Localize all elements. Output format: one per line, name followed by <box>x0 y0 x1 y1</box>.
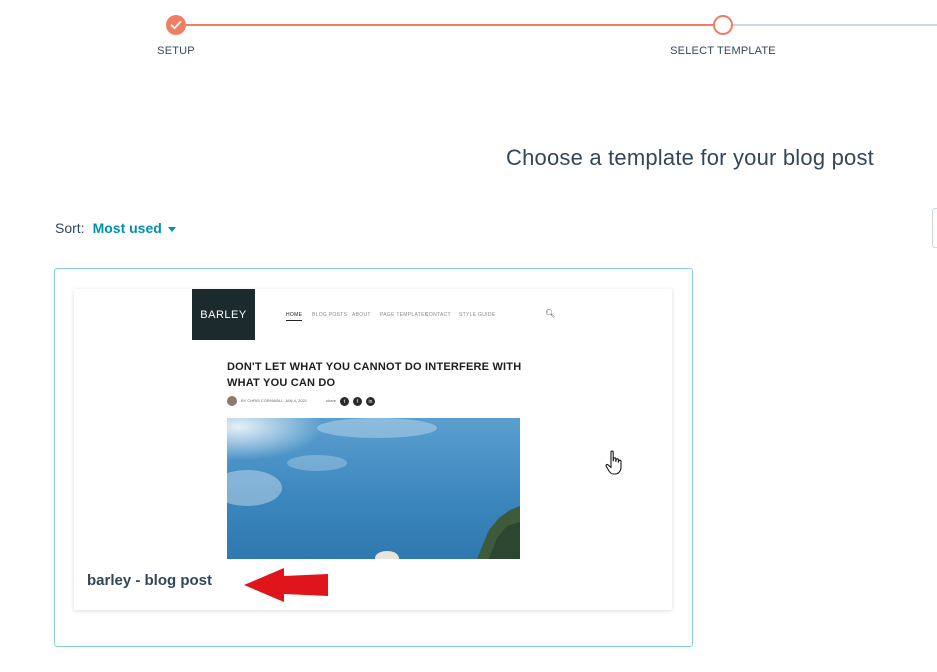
preview-search-icon: 🔍︎ <box>545 309 556 318</box>
preview-nav-item: STYLE GUIDE <box>459 312 496 318</box>
sort-dropdown-value: Most used <box>92 220 162 236</box>
sort-dropdown[interactable]: Most used <box>93 220 176 236</box>
preview-date: JAN 4, 2021 <box>285 398 308 403</box>
preview-nav-item: HOME <box>286 312 303 321</box>
preview-post-title: DON'T LET WHAT YOU CANNOT DO INTERFERE W… <box>227 361 522 389</box>
preview-hero-image <box>227 418 520 559</box>
step-setup-complete-icon[interactable] <box>166 15 186 35</box>
checkmark-icon <box>170 20 182 30</box>
progress-line-complete <box>176 24 723 26</box>
progress-line-remaining <box>733 24 937 26</box>
sort-control: Sort: Most used <box>55 220 176 236</box>
step-label-select-template: SELECT TEMPLATE <box>670 45 776 57</box>
sort-label: Sort: <box>55 220 85 236</box>
preview-nav-item: CONTACT <box>425 312 451 318</box>
preview-nav-item: PAGE TEMPLATES <box>380 312 429 318</box>
twitter-icon: t <box>340 397 349 406</box>
template-name: barley - blog post <box>87 572 213 589</box>
page-title: Choose a template for your blog post <box>506 145 874 170</box>
facebook-icon: f <box>353 397 362 406</box>
preview-share-label: share <box>326 398 337 403</box>
preview-nav-item: ABOUT <box>352 312 371 318</box>
preview-logo-text: BARLEY <box>200 308 247 321</box>
hand-pointer-cursor-icon <box>605 450 622 475</box>
step-select-template-current-icon <box>713 15 733 35</box>
preview-author: BY CHRIS CORNWALL <box>241 398 284 403</box>
preview-nav-item: BLOG POSTS <box>312 312 348 318</box>
red-arrow-icon <box>244 568 328 602</box>
linkedin-icon: in <box>366 397 375 406</box>
preview-logo: BARLEY <box>192 289 255 340</box>
sky-photo-icon <box>227 418 520 559</box>
caret-down-icon <box>167 226 176 232</box>
step-label-setup[interactable]: SETUP <box>157 45 195 57</box>
preview-author-avatar <box>227 396 237 406</box>
side-panel-edge <box>932 208 937 248</box>
